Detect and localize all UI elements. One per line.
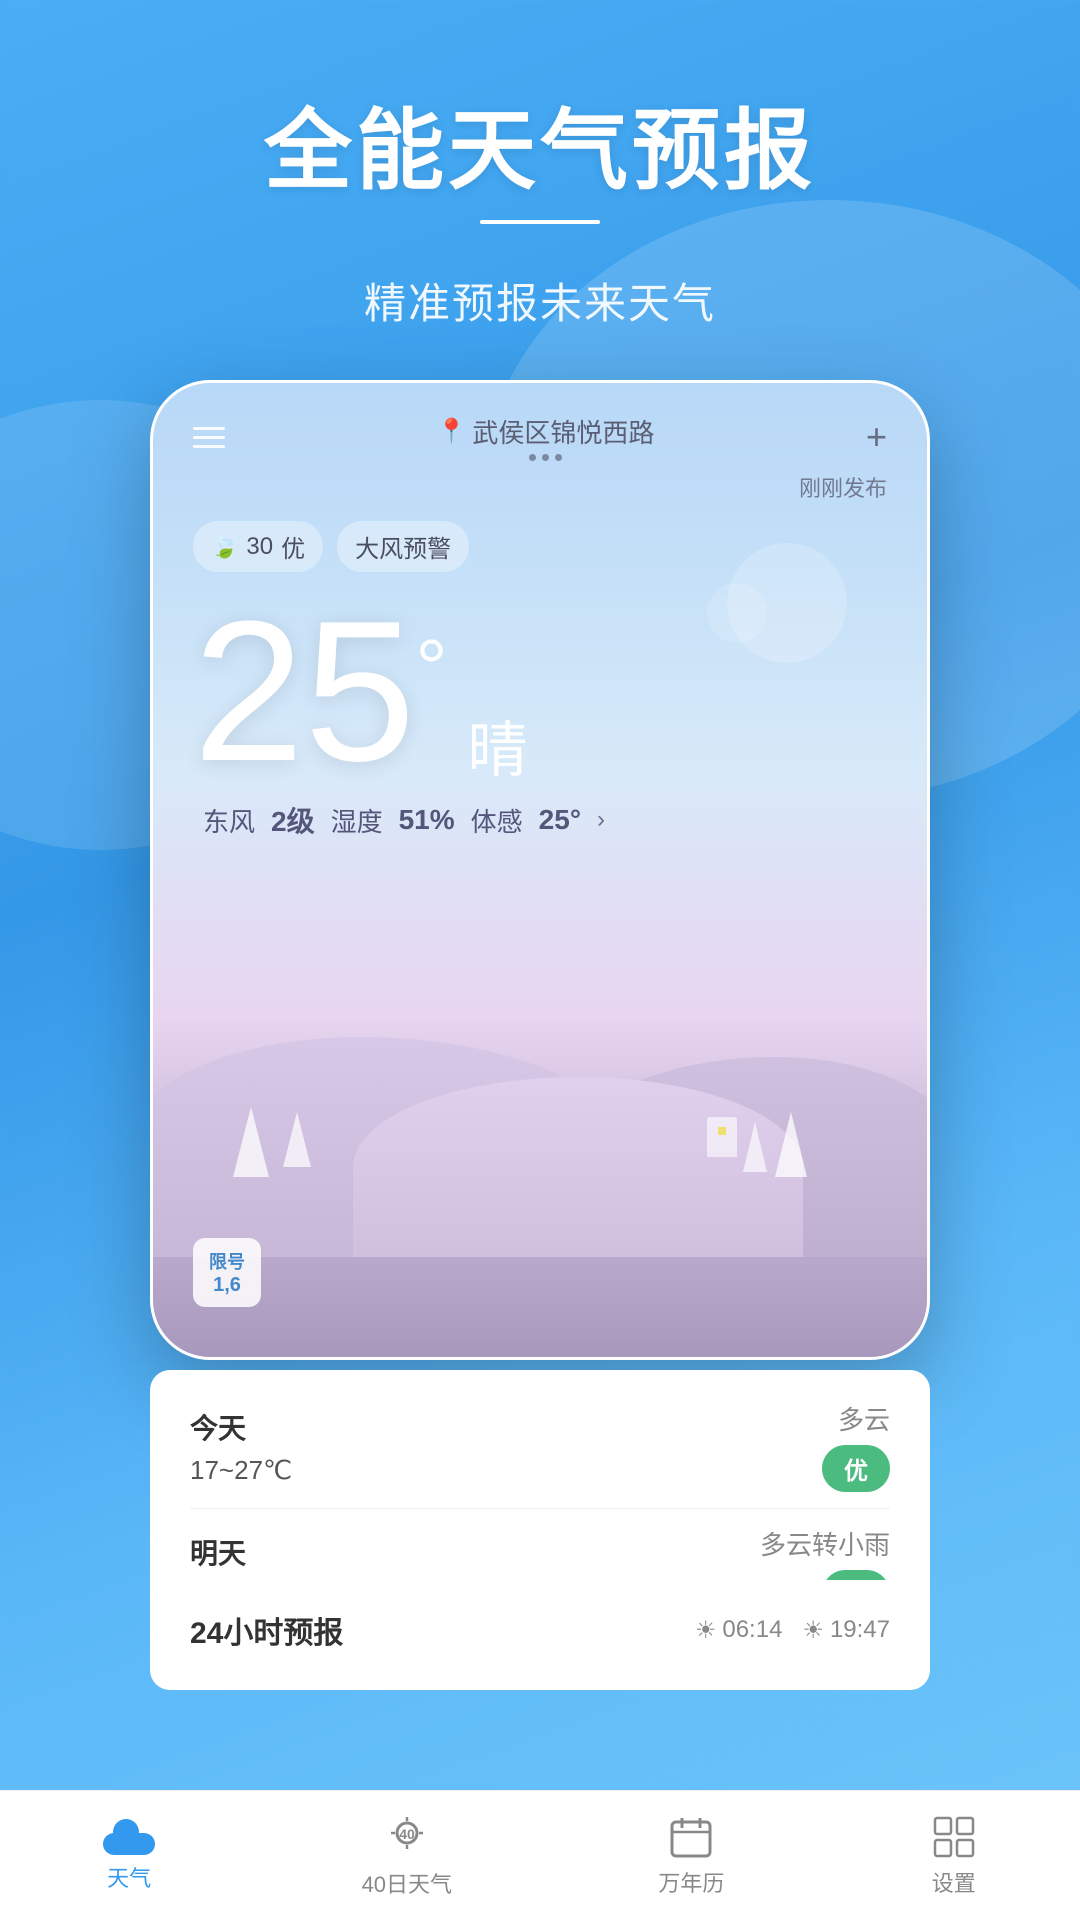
tree-1-icon bbox=[233, 1107, 269, 1177]
nav-item-calendar[interactable]: 万年历 bbox=[658, 1814, 724, 1898]
phone-screen: 📍 武侯区锦悦西路 + 刚刚发布 🍃 30 优 大风预警 bbox=[153, 383, 927, 1357]
sunrise-time: ☀ 06:14 bbox=[695, 1616, 783, 1645]
phone-mockup: 📍 武侯区锦悦西路 + 刚刚发布 🍃 30 优 大风预警 bbox=[150, 380, 930, 1360]
today-condition: 多云 bbox=[838, 1400, 890, 1437]
nav-item-weather[interactable]: 天气 bbox=[103, 1819, 155, 1893]
today-label-item: 今天 17~27℃ bbox=[190, 1407, 292, 1486]
svg-text:40: 40 bbox=[399, 1826, 415, 1842]
forecast-today-row: 今天 17~27℃ 多云 优 bbox=[190, 1400, 890, 1492]
hero-title: 全能天气预报 bbox=[0, 80, 1080, 207]
sunrise-time-value: 06:14 bbox=[722, 1616, 782, 1644]
restriction-badge: 限号 1,6 bbox=[193, 1238, 261, 1307]
leaf-icon: 🍃 bbox=[211, 534, 238, 560]
location-pin-icon: 📍 bbox=[437, 417, 467, 446]
tree-3-icon bbox=[775, 1112, 807, 1177]
add-location-button[interactable]: + bbox=[866, 416, 887, 458]
phone-topbar: 📍 武侯区锦悦西路 + bbox=[153, 383, 927, 471]
forecast-24h-header: 24小时预报 ☀ 06:14 ☀ 19:47 bbox=[190, 1608, 890, 1652]
today-quality-badge: 优 bbox=[822, 1445, 890, 1492]
cloud-icon bbox=[103, 1819, 155, 1855]
restriction-numbers: 1,6 bbox=[209, 1274, 245, 1297]
temperature-value: 25 bbox=[193, 592, 415, 792]
humidity-value: 51% bbox=[399, 804, 455, 836]
nav-label-calendar: 万年历 bbox=[658, 1866, 724, 1898]
badges-row: 🍃 30 优 大风预警 bbox=[153, 503, 927, 582]
building-icon bbox=[707, 1117, 737, 1157]
sunset-time: ☀ 19:47 bbox=[802, 1616, 890, 1645]
hero-subtitle: 精准预报未来天气 bbox=[0, 270, 1080, 331]
building-window bbox=[718, 1127, 726, 1135]
sunset-icon: ☀ bbox=[802, 1616, 824, 1645]
calendar-icon bbox=[668, 1814, 714, 1860]
location-label[interactable]: 📍 武侯区锦悦西路 bbox=[437, 413, 655, 450]
tree-2-icon bbox=[283, 1112, 311, 1167]
phone-scenery bbox=[153, 957, 927, 1257]
bottom-nav: 天气 40 40日天气 万年历 设置 bbox=[0, 1790, 1080, 1920]
wind-warning-text: 大风预警 bbox=[355, 529, 451, 564]
hero-divider bbox=[480, 220, 600, 224]
sunrise-icon: ☀ bbox=[695, 1616, 717, 1645]
tomorrow-label: 明天 bbox=[190, 1532, 292, 1572]
nav-item-settings[interactable]: 设置 bbox=[931, 1814, 977, 1898]
aqi-quality: 优 bbox=[281, 529, 305, 564]
chevron-right-icon: › bbox=[597, 806, 605, 834]
tomorrow-condition: 多云转小雨 bbox=[760, 1525, 890, 1562]
settings-icon bbox=[931, 1814, 977, 1860]
nav-item-40days[interactable]: 40 40日天气 bbox=[362, 1813, 452, 1899]
location-text: 武侯区锦悦西路 bbox=[472, 413, 654, 450]
degree-symbol: ° bbox=[415, 622, 447, 714]
aqi-value: 30 bbox=[246, 533, 273, 561]
sunset-time-value: 19:47 bbox=[830, 1616, 890, 1644]
today-label: 今天 bbox=[190, 1407, 292, 1447]
wind-direction: 东风 bbox=[203, 802, 255, 839]
weather-detail-row[interactable]: 东风 2级 湿度 51% 体感 25° › bbox=[193, 792, 887, 840]
nav-label-40days: 40日天气 bbox=[362, 1867, 452, 1899]
feels-like-label: 体感 bbox=[471, 802, 523, 839]
snow-hill-3 bbox=[353, 1077, 803, 1257]
dot-menu bbox=[529, 454, 562, 461]
tree-4-icon bbox=[743, 1122, 767, 1172]
main-temp-area: 25 ° 晴 东风 2级 湿度 51% 体感 25° › bbox=[153, 582, 927, 840]
nav-label-weather: 天气 bbox=[107, 1861, 151, 1893]
wind-level: 2级 bbox=[271, 800, 315, 840]
forecast-24h-title: 24小时预报 bbox=[190, 1608, 343, 1652]
wind-warning-badge[interactable]: 大风预警 bbox=[337, 521, 469, 572]
menu-icon[interactable] bbox=[193, 421, 225, 454]
restriction-label: 限号 bbox=[209, 1248, 245, 1274]
aqi-badge[interactable]: 🍃 30 优 bbox=[193, 521, 323, 572]
sunrise-info: ☀ 06:14 ☀ 19:47 bbox=[695, 1616, 890, 1645]
today-temp: 17~27℃ bbox=[190, 1455, 292, 1486]
forecast-24h-card: 24小时预报 ☀ 06:14 ☀ 19:47 bbox=[150, 1580, 930, 1690]
humidity-label: 湿度 bbox=[331, 802, 383, 839]
nav-label-settings: 设置 bbox=[932, 1866, 976, 1898]
feels-like-value: 25° bbox=[539, 804, 581, 836]
forecast-divider bbox=[190, 1508, 890, 1509]
calendar-sun-icon: 40 bbox=[383, 1813, 431, 1861]
just-published-text: 刚刚发布 bbox=[153, 471, 927, 503]
weather-description: 晴 bbox=[467, 702, 527, 789]
temp-display: 25 ° 晴 bbox=[193, 592, 887, 792]
